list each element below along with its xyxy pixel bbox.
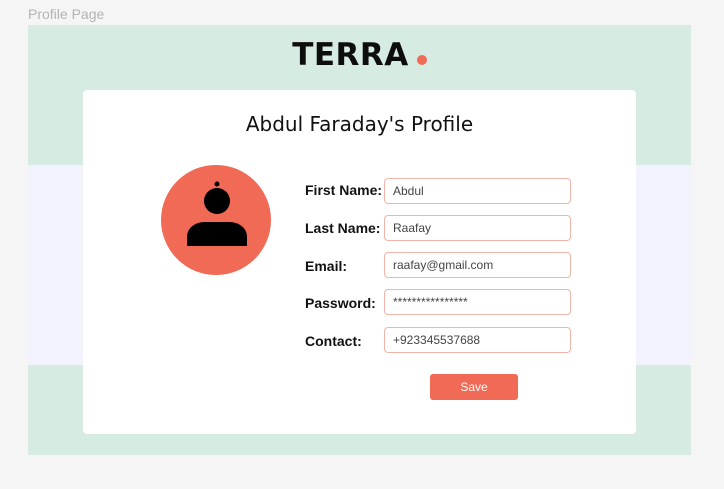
first-name-field[interactable] [384, 178, 571, 204]
logo-dot-icon [416, 55, 427, 65]
user-avatar-icon [187, 181, 247, 246]
contact-field[interactable] [384, 327, 571, 353]
password-label: Password: [305, 295, 376, 311]
avatar[interactable] [161, 165, 271, 275]
logo[interactable]: TERRA [28, 37, 691, 73]
save-button[interactable]: Save [430, 374, 518, 400]
profile-page-frame: TERRA Abdul Faraday's Profile First Name… [28, 25, 691, 455]
last-name-label: Last Name: [305, 220, 381, 236]
contact-label: Contact: [305, 333, 362, 349]
email-label: Email: [305, 258, 348, 274]
page-title: Abdul Faraday's Profile [245, 112, 474, 136]
logo-text: TERRA [292, 37, 409, 73]
first-name-label: First Name: [305, 182, 383, 198]
frame-label: Profile Page [28, 6, 105, 22]
password-field[interactable] [384, 289, 571, 315]
last-name-field[interactable] [384, 215, 571, 241]
email-field[interactable] [384, 252, 571, 278]
profile-card: Abdul Faraday's Profile First Name: Last… [83, 90, 636, 434]
